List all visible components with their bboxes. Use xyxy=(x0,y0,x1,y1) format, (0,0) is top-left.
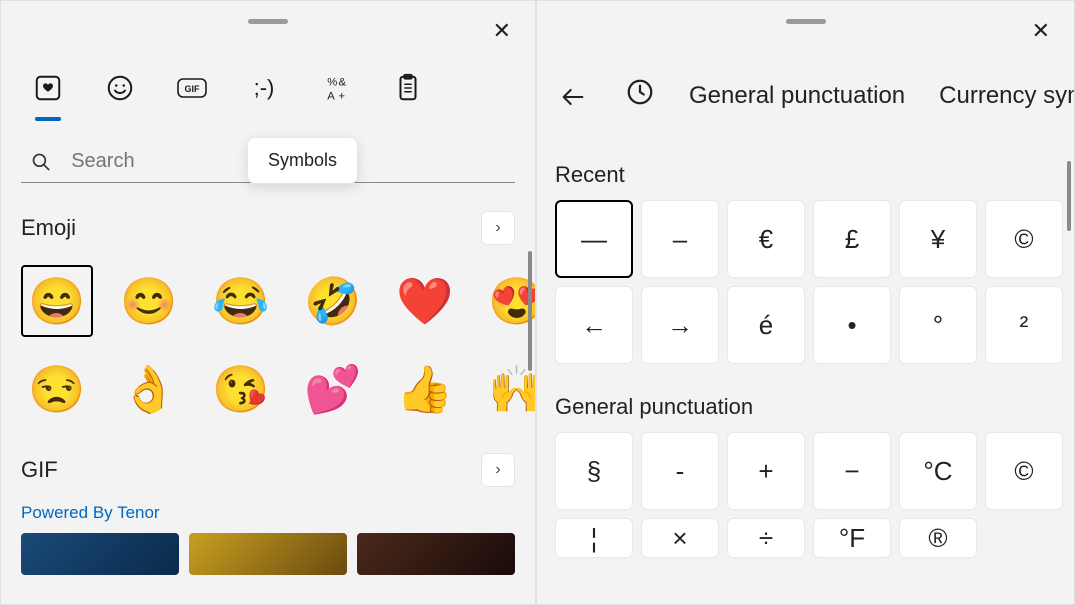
svg-text:GIF: GIF xyxy=(185,84,201,94)
gif-section-title: GIF xyxy=(21,457,58,483)
emoji-item[interactable]: 😊 xyxy=(113,265,185,337)
symbol-item[interactable]: × xyxy=(641,518,719,558)
symbol-item[interactable]: → xyxy=(641,286,719,364)
symbol-item[interactable]: © xyxy=(985,200,1063,278)
svg-text:&: & xyxy=(339,77,347,89)
gif-section-header: GIF › xyxy=(1,425,535,497)
symbol-item[interactable]: ² xyxy=(985,286,1063,364)
symbol-item[interactable]: © xyxy=(985,432,1063,510)
emoji-item[interactable]: 😘 xyxy=(205,353,277,425)
symbol-item[interactable]: ¦ xyxy=(555,518,633,558)
emoji-item[interactable]: 😒 xyxy=(21,353,93,425)
tab-currency-symbols[interactable]: Currency symbols xyxy=(939,82,1074,116)
kaomoji-icon: ;-) xyxy=(254,75,275,101)
gif-row xyxy=(1,533,535,575)
symbol-item[interactable]: °F xyxy=(813,518,891,558)
symbol-item[interactable]: § xyxy=(555,432,633,510)
svg-text:+: + xyxy=(339,90,346,102)
drag-handle[interactable] xyxy=(248,19,288,24)
emoji-item[interactable]: 🤣 xyxy=(297,265,369,337)
tab-recent[interactable] xyxy=(625,77,655,120)
symbol-item[interactable]: é xyxy=(727,286,805,364)
emoji-item[interactable]: 😄 xyxy=(21,265,93,337)
emoji-grid: 😄 😊 😂 🤣 ❤️ 😍 😒 👌 😘 💕 👍 🙌 xyxy=(1,255,535,425)
emoji-section-header: Emoji › xyxy=(1,183,535,255)
back-button[interactable] xyxy=(555,79,591,118)
symbol-item[interactable]: + xyxy=(727,432,805,510)
symbols-icon: %&A + xyxy=(321,73,351,103)
drag-handle[interactable] xyxy=(786,19,826,24)
close-button[interactable]: ✕ xyxy=(487,19,517,43)
gif-expand-button[interactable]: › xyxy=(481,453,515,487)
emoji-expand-button[interactable]: › xyxy=(481,211,515,245)
symbols-panel: ✕ General punctuation Currency symbols R… xyxy=(536,0,1075,605)
gif-thumb[interactable] xyxy=(21,533,179,575)
symbol-item[interactable]: °C xyxy=(899,432,977,510)
chevron-right-icon: › xyxy=(495,461,500,479)
scrollbar[interactable] xyxy=(1067,161,1071,231)
symbol-item[interactable]: ÷ xyxy=(727,518,805,558)
search-icon xyxy=(31,151,51,173)
recent-section-title: Recent xyxy=(537,120,1074,200)
tab-clipboard[interactable] xyxy=(391,71,425,105)
gif-thumb[interactable] xyxy=(357,533,515,575)
chevron-right-icon: › xyxy=(495,219,500,237)
sticker-heart-icon xyxy=(33,73,63,103)
gif-icon: GIF xyxy=(177,73,207,103)
recent-symbol-grid: — – € £ ¥ © ← → é • ° ² xyxy=(537,200,1074,364)
emoji-item[interactable]: 👍 xyxy=(389,353,461,425)
general-symbol-grid: § - + − °C © ¦ × ÷ °F ® xyxy=(537,432,1074,558)
symbol-item[interactable]: • xyxy=(813,286,891,364)
arrow-left-icon xyxy=(559,83,587,111)
symbol-item[interactable]: − xyxy=(813,432,891,510)
emoji-item[interactable]: ❤️ xyxy=(389,265,461,337)
emoji-panel: ✕ GIF ;-) %&A + Symbols xyxy=(0,0,536,605)
symbol-item[interactable]: – xyxy=(641,200,719,278)
svg-text:A: A xyxy=(327,90,335,102)
emoji-item[interactable]: 😂 xyxy=(205,265,277,337)
symbol-item[interactable]: — xyxy=(555,200,633,278)
general-section-title: General punctuation xyxy=(537,364,1074,432)
symbol-item[interactable]: ← xyxy=(555,286,633,364)
emoji-item[interactable]: 👌 xyxy=(113,353,185,425)
clipboard-icon xyxy=(393,73,423,103)
symbol-item[interactable]: € xyxy=(727,200,805,278)
symbol-item[interactable]: - xyxy=(641,432,719,510)
scrollbar[interactable] xyxy=(528,251,532,371)
tab-bar: GIF ;-) %&A + xyxy=(1,1,535,105)
symbol-item[interactable]: ® xyxy=(899,518,977,558)
tab-kaomoji[interactable]: ;-) xyxy=(247,71,281,105)
clock-icon xyxy=(625,77,655,107)
tab-symbols[interactable]: %&A + xyxy=(319,71,353,105)
tab-smiley[interactable] xyxy=(103,71,137,105)
close-button[interactable]: ✕ xyxy=(1026,19,1056,43)
tab-emoji[interactable] xyxy=(31,71,65,105)
emoji-section-title: Emoji xyxy=(21,215,76,241)
tab-gif[interactable]: GIF xyxy=(175,71,209,105)
tab-general-punctuation[interactable]: General punctuation xyxy=(689,82,905,116)
symbol-item[interactable]: ¥ xyxy=(899,200,977,278)
symbol-item[interactable]: £ xyxy=(813,200,891,278)
symbols-tooltip: Symbols xyxy=(247,137,358,184)
symbol-item[interactable]: ° xyxy=(899,286,977,364)
smiley-icon xyxy=(105,73,135,103)
svg-text:%: % xyxy=(327,77,337,89)
gif-provider-link[interactable]: Powered By Tenor xyxy=(1,497,535,533)
gif-thumb[interactable] xyxy=(189,533,347,575)
emoji-item[interactable]: 💕 xyxy=(297,353,369,425)
